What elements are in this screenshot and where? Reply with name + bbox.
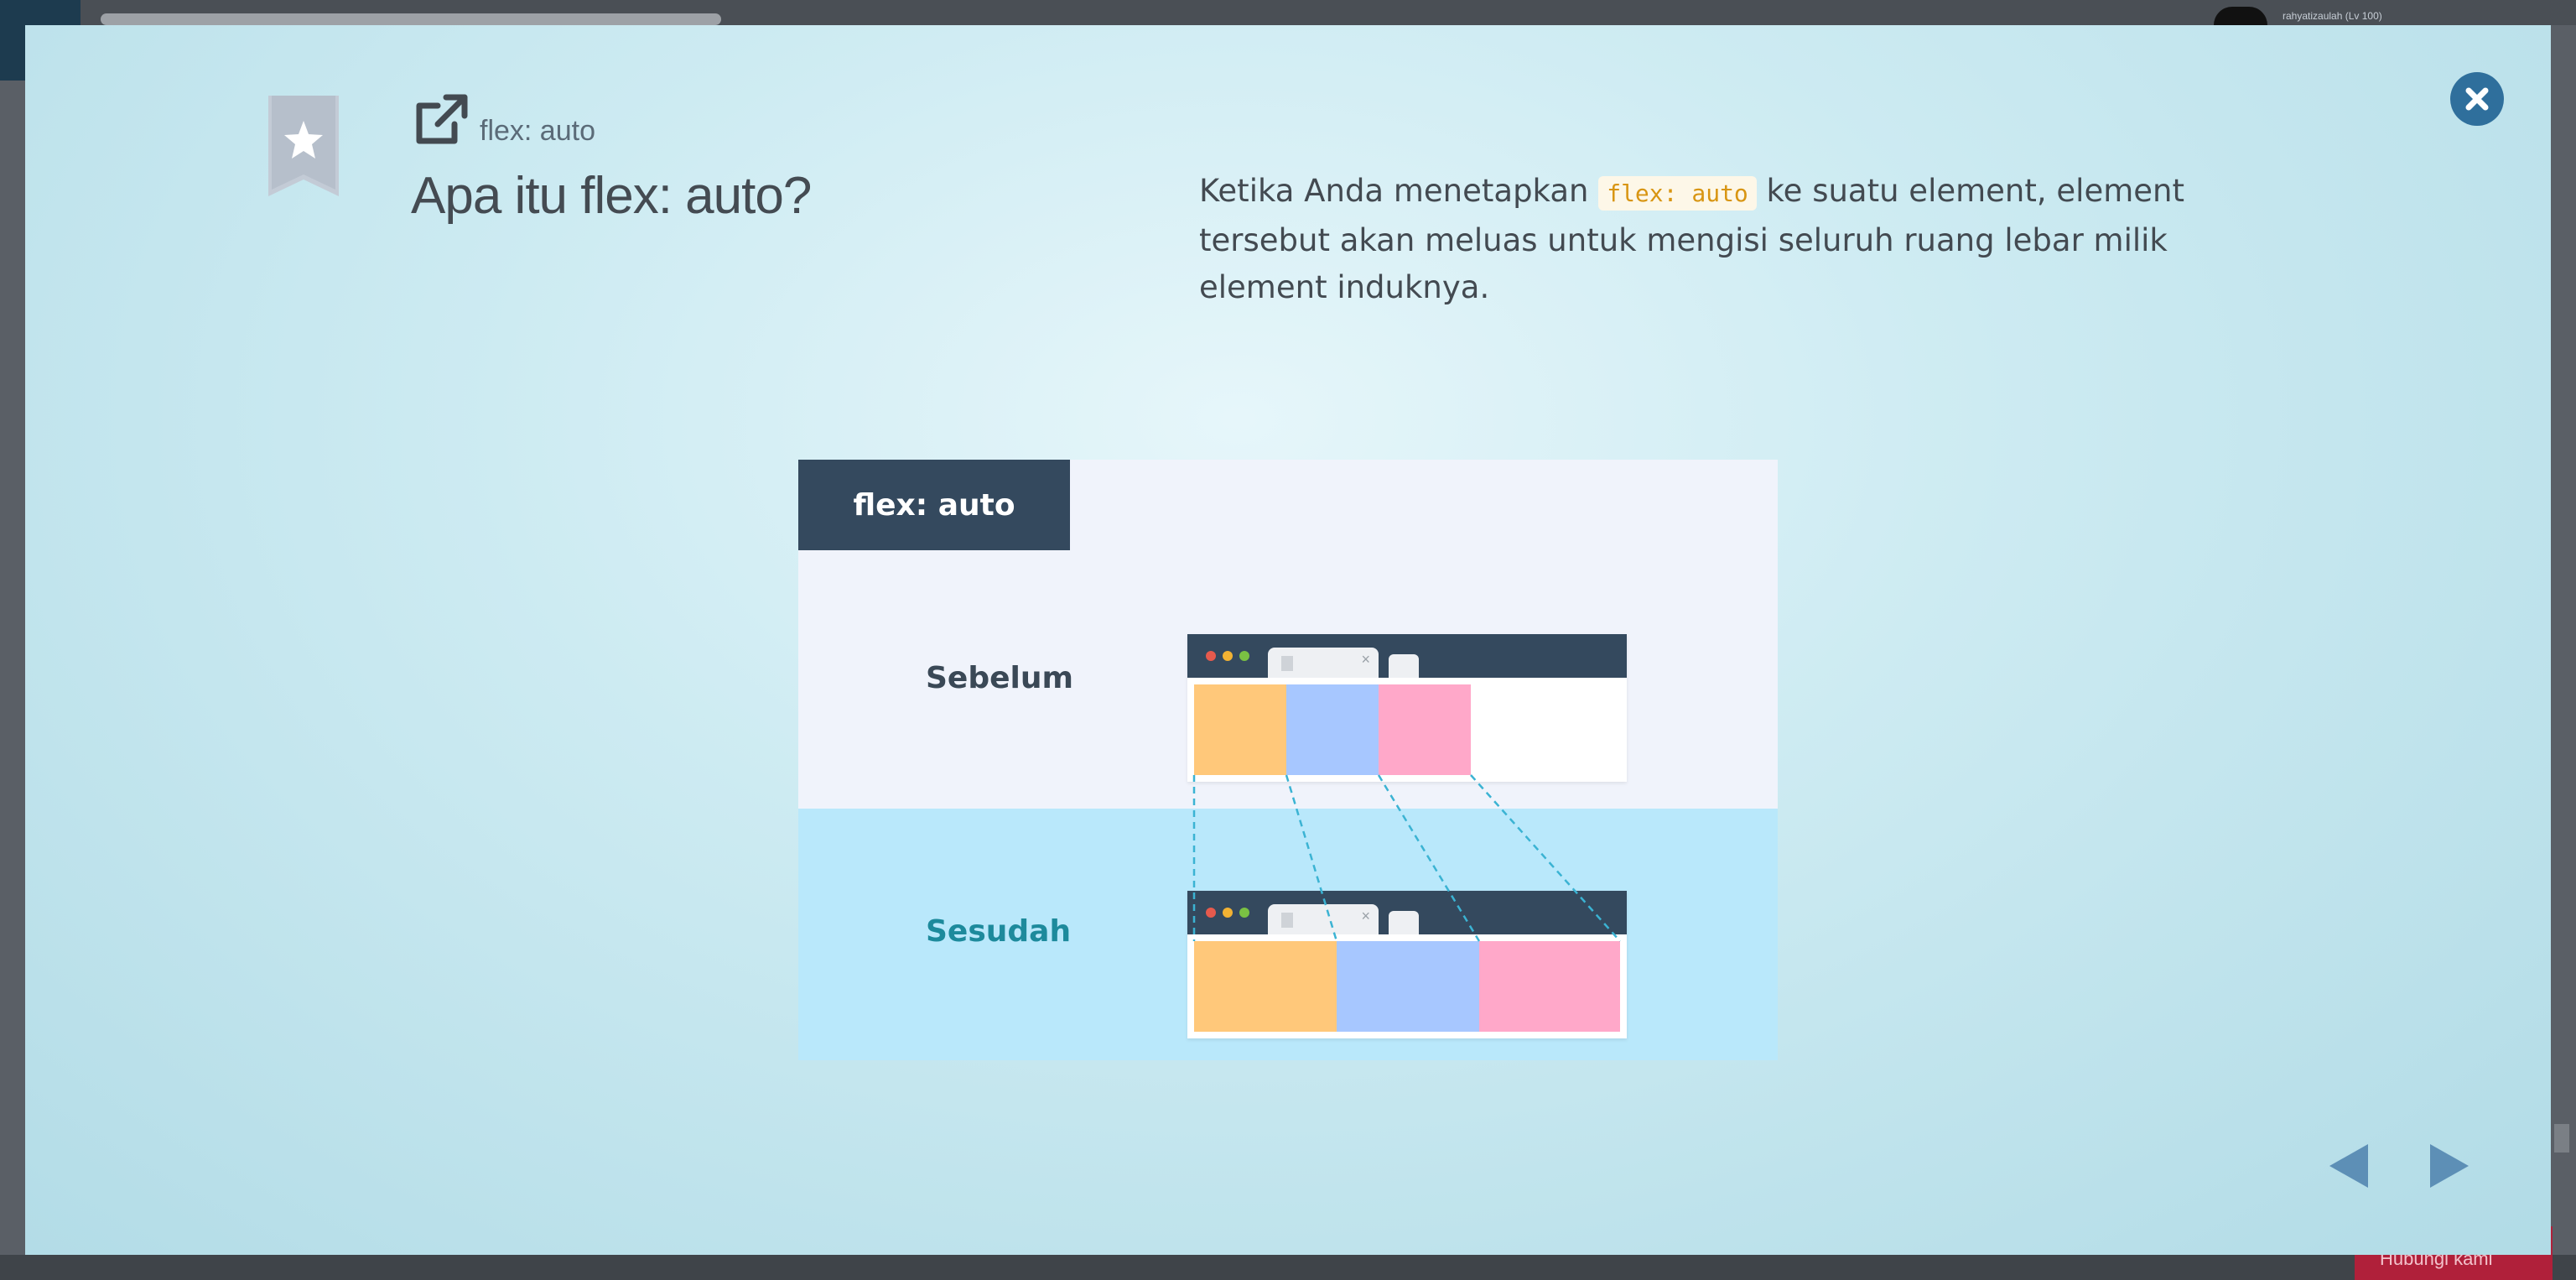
close-icon: [2465, 87, 2489, 111]
flex-auto-illustration: flex: auto Sebelum Sesudah × ×: [798, 460, 1778, 1060]
arrow-left-icon[interactable]: [2328, 1142, 2370, 1189]
expansion-guide-lines: [1192, 774, 1621, 942]
arrow-right-icon[interactable]: [2428, 1142, 2470, 1189]
background-user-name: rahyatizaulah (Lv 100): [2283, 10, 2382, 22]
modal-subtitle: flex: auto: [480, 115, 595, 147]
code-flex-auto: flex: auto: [1598, 176, 1757, 211]
bookmark-star-icon[interactable]: [267, 96, 340, 196]
modal-title: Apa itu flex: auto?: [411, 167, 812, 225]
background-bottom-bar: [0, 1255, 2576, 1280]
description-text-start: Ketika Anda menetapkan: [1199, 173, 1599, 209]
header-row: flex: auto: [411, 91, 595, 151]
external-link-icon[interactable]: [411, 91, 471, 151]
close-button[interactable]: [2450, 72, 2504, 126]
modal-description: Ketika Anda menetapkan flex: auto ke sua…: [1199, 168, 2289, 311]
background-scrollbar: [2554, 1124, 2569, 1153]
background-avatar: [2214, 7, 2267, 25]
lightbox-modal: flex: auto Apa itu flex: auto? Ketika An…: [25, 25, 2551, 1255]
background-search-bar: [101, 13, 721, 25]
